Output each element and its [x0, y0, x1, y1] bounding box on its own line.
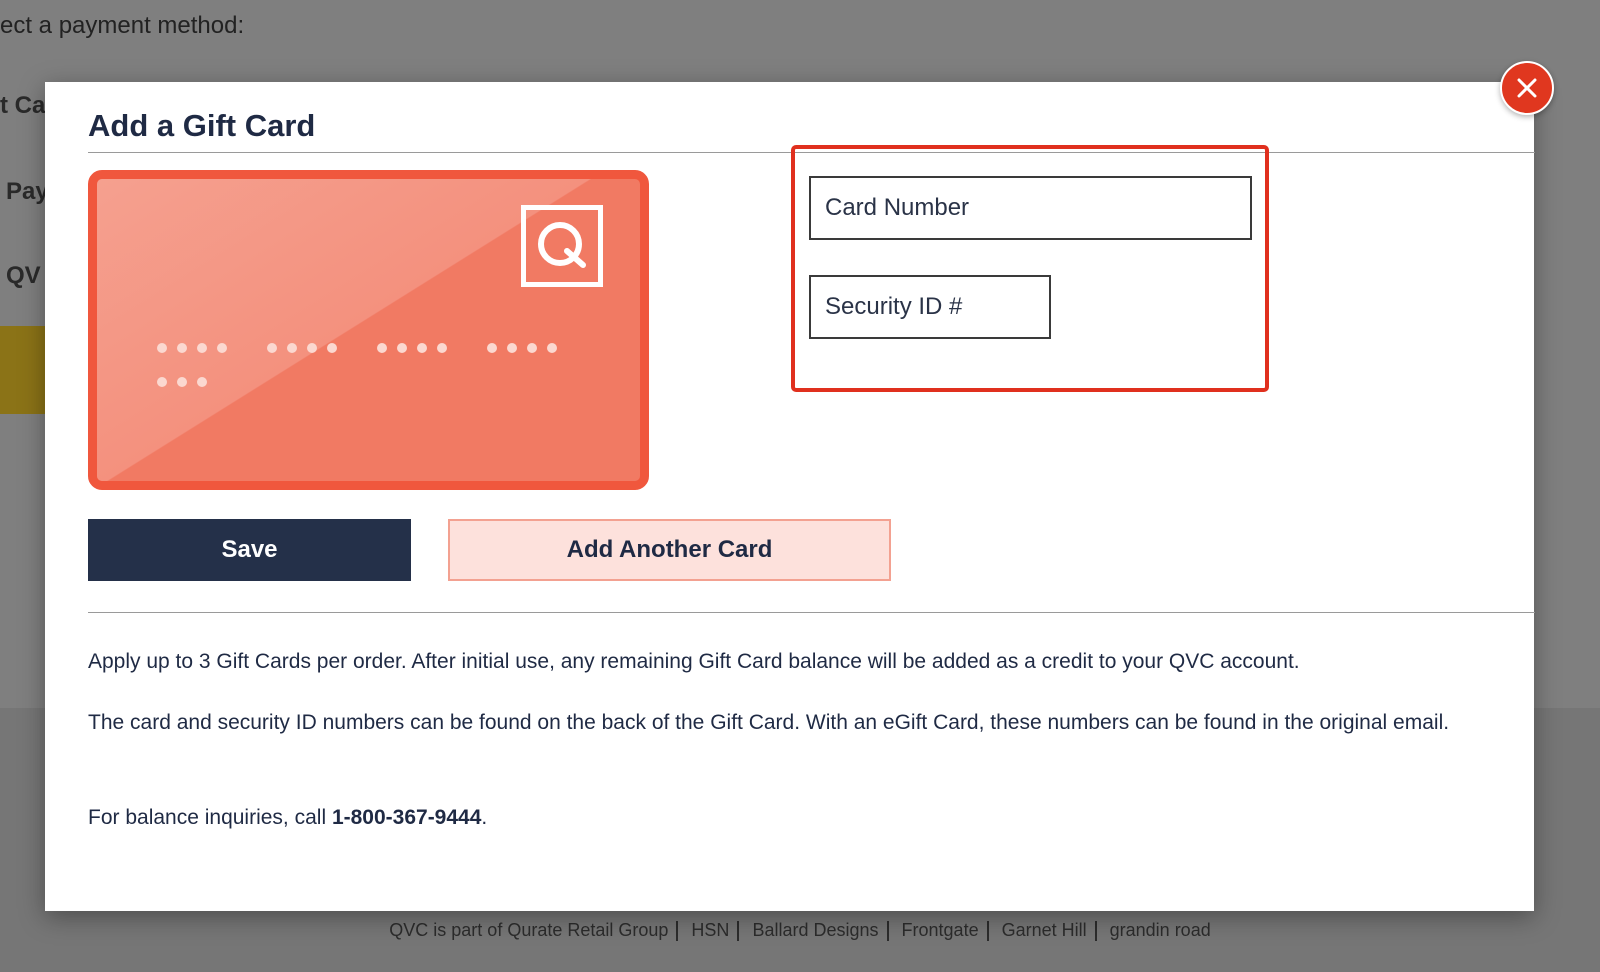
masked-row-2 [157, 365, 597, 399]
security-id-input[interactable] [809, 275, 1051, 339]
save-button[interactable]: Save [88, 519, 411, 581]
info-gift-card-limit: Apply up to 3 Gift Cards per order. Afte… [88, 650, 1300, 673]
footer-link-garnet-hill[interactable]: Garnet Hill [994, 920, 1095, 940]
background-button [0, 326, 48, 414]
card-number-input[interactable] [809, 176, 1252, 240]
footer-text: QVC is part of Qurate Retail Group [389, 920, 669, 940]
footer-links: QVC is part of Qurate Retail Group HSN B… [0, 920, 1600, 942]
close-button[interactable] [1500, 61, 1554, 115]
masked-row-1 [157, 331, 597, 365]
add-another-card-button[interactable]: Add Another Card [448, 519, 891, 581]
close-icon [1517, 78, 1537, 98]
info-balance-inquiries: For balance inquiries, call 1-800-367-94… [88, 801, 1508, 835]
payment-option-gift-card[interactable]: t Ca [0, 92, 45, 120]
payment-option-pay[interactable]: Pay [6, 178, 49, 206]
info-divider [88, 612, 1535, 613]
modal-title: Add a Gift Card [88, 108, 316, 143]
footer-link-grandin-road[interactable]: grandin road [1102, 920, 1219, 940]
footer-link-frontgate[interactable]: Frontgate [894, 920, 987, 940]
payment-method-heading: ect a payment method: [0, 12, 245, 39]
q-logo-icon [538, 222, 586, 268]
footer-link-hsn[interactable]: HSN [683, 920, 737, 940]
info-card-location: The card and security ID numbers can be … [88, 711, 1450, 734]
masked-card-number [157, 331, 597, 399]
payment-option-qvc[interactable]: QV [6, 262, 41, 290]
balance-text: For balance inquiries, call [88, 806, 332, 829]
phone-number[interactable]: 1-800-367-9444 [332, 806, 481, 829]
balance-period: . [481, 806, 488, 829]
gift-card-modal: Add a Gift Card Save Add Another Card [45, 82, 1535, 911]
qvc-logo [521, 205, 603, 287]
gift-card-illustration [88, 170, 649, 490]
footer-link-ballard[interactable]: Ballard Designs [744, 920, 886, 940]
